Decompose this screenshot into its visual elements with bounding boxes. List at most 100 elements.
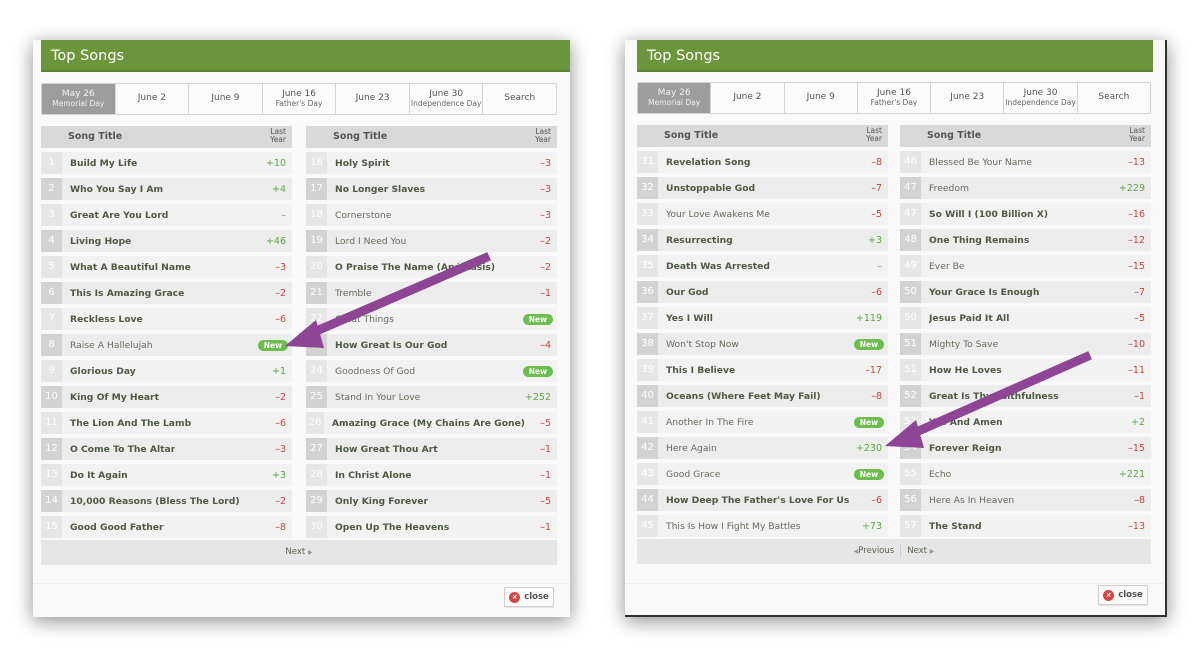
song-title[interactable]: Yes And Amen [929, 417, 1003, 428]
next-link[interactable]: Next ▶ [907, 546, 934, 556]
tab-june-23[interactable]: June 23 [930, 83, 1003, 113]
song-row[interactable]: 42 Here Again +230 [637, 437, 888, 459]
song-row[interactable]: 33 Your Love Awakens Me –5 [637, 203, 888, 225]
song-title[interactable]: Reckless Love [70, 314, 143, 325]
tab-june-30[interactable]: June 30 Independence Day [1003, 83, 1076, 113]
song-row[interactable]: 47 So Will I (100 Billion X) –16 [900, 203, 1151, 225]
song-row[interactable]: 29 Only King Forever –5 [306, 490, 557, 512]
song-row[interactable]: 51 How He Loves –11 [900, 359, 1151, 381]
song-title[interactable]: How Deep The Father's Love For Us [666, 495, 849, 506]
song-row[interactable]: 18 Cornerstone –3 [306, 204, 557, 226]
song-title[interactable]: How Great Thou Art [335, 444, 438, 455]
close-button[interactable]: × close [1098, 585, 1148, 605]
close-button[interactable]: × close [504, 587, 554, 607]
song-title[interactable]: Cornerstone [335, 210, 391, 221]
tab-search[interactable]: Search [482, 84, 556, 114]
song-row[interactable]: 49 Ever Be –15 [900, 255, 1151, 277]
song-title[interactable]: Lord I Need You [335, 236, 406, 247]
song-title[interactable]: O Praise The Name (Anástasis) [335, 262, 495, 273]
song-title[interactable]: Good Good Father [70, 522, 164, 533]
song-title[interactable]: Oceans (Where Feet May Fail) [666, 391, 821, 402]
song-row[interactable]: 25 Stand In Your Love +252 [306, 386, 557, 408]
song-title[interactable]: Here As In Heaven [929, 495, 1014, 506]
song-title[interactable]: Great Are You Lord [70, 210, 168, 221]
song-row[interactable]: 48 One Thing Remains –12 [900, 229, 1151, 251]
song-row[interactable]: 57 The Stand –13 [900, 515, 1151, 537]
song-row[interactable]: 35 Death Was Arrested – [637, 255, 888, 277]
song-row[interactable]: 23 How Great Is Our God –4 [306, 334, 557, 356]
next-link[interactable]: Next ▶ [285, 547, 312, 557]
song-title[interactable]: Do It Again [70, 470, 128, 481]
song-row[interactable]: 8 Raise A Hallelujah New [41, 334, 292, 356]
song-row[interactable]: 20 O Praise The Name (Anástasis) –2 [306, 256, 557, 278]
song-row[interactable]: 14 10,000 Reasons (Bless The Lord) –2 [41, 490, 292, 512]
song-row[interactable]: 11 The Lion And The Lamb –6 [41, 412, 292, 434]
song-row[interactable]: 28 In Christ Alone –1 [306, 464, 557, 486]
song-title[interactable]: Who You Say I Am [70, 184, 163, 195]
song-row[interactable]: 43 Good Grace New [637, 463, 888, 485]
song-row[interactable]: 9 Glorious Day +1 [41, 360, 292, 382]
tab-june-2[interactable]: June 2 [710, 83, 783, 113]
song-title[interactable]: Echo [929, 469, 951, 480]
song-title[interactable]: Great Is Thy Faithfulness [929, 391, 1059, 402]
song-title[interactable]: Death Was Arrested [666, 261, 770, 272]
song-title[interactable]: How He Loves [929, 365, 1002, 376]
song-title[interactable]: Revelation Song [666, 157, 751, 168]
song-row[interactable]: 34 Resurrecting +3 [637, 229, 888, 251]
song-title[interactable]: Ever Be [929, 261, 965, 272]
song-title[interactable]: Stand In Your Love [335, 392, 420, 403]
previous-link[interactable]: ◀Previous [854, 546, 895, 556]
song-title[interactable]: Only King Forever [335, 496, 428, 507]
song-row[interactable]: 7 Reckless Love –6 [41, 308, 292, 330]
song-title[interactable]: King Of My Heart [70, 392, 159, 403]
song-title[interactable]: Open Up The Heavens [335, 522, 449, 533]
song-title[interactable]: Yes I Will [666, 313, 713, 324]
song-title[interactable]: Amazing Grace (My Chains Are Gone) [332, 418, 525, 429]
tab-june-2[interactable]: June 2 [114, 84, 189, 114]
song-title[interactable]: Unstoppable God [666, 183, 755, 194]
song-row[interactable]: 36 Our God –6 [637, 281, 888, 303]
song-row[interactable]: 52 Great Is Thy Faithfulness –1 [900, 385, 1151, 407]
tab-june-9[interactable]: June 9 [188, 84, 262, 114]
song-title[interactable]: Raise A Hallelujah [70, 340, 153, 351]
tab-june-23[interactable]: June 23 [335, 84, 409, 114]
song-title[interactable]: Good Grace [666, 469, 720, 480]
song-title[interactable]: Glorious Day [70, 366, 136, 377]
song-row[interactable]: 50 Jesus Paid It All –5 [900, 307, 1151, 329]
song-row[interactable]: 21 Tremble –1 [306, 282, 557, 304]
song-row[interactable]: 22 Great Things New [306, 308, 557, 330]
song-row[interactable]: 13 Do It Again +3 [41, 464, 292, 486]
song-row[interactable]: 15 Good Good Father –8 [41, 516, 292, 538]
song-title[interactable]: One Thing Remains [929, 235, 1029, 246]
song-title[interactable]: Your Grace Is Enough [929, 287, 1039, 298]
song-row[interactable]: 40 Oceans (Where Feet May Fail) –8 [637, 385, 888, 407]
song-title[interactable]: Our God [666, 287, 709, 298]
tab-may-26[interactable]: May 26 Memorial Day [638, 83, 711, 113]
song-row[interactable]: 45 This Is How I Fight My Battles +73 [637, 515, 888, 537]
song-title[interactable]: Jesus Paid It All [929, 313, 1009, 324]
song-row[interactable]: 5 What A Beautiful Name –3 [41, 256, 292, 278]
song-row[interactable]: 19 Lord I Need You –2 [306, 230, 557, 252]
song-row[interactable]: 24 Goodness Of God New [306, 360, 557, 382]
song-row[interactable]: 55 Echo +221 [900, 463, 1151, 485]
song-title[interactable]: Won't Stop Now [666, 339, 739, 350]
song-row[interactable]: 2 Who You Say I Am +4 [41, 178, 292, 200]
song-row[interactable]: 46 Blessed Be Your Name –13 [900, 151, 1151, 173]
song-row[interactable]: 26 Amazing Grace (My Chains Are Gone) –5 [306, 412, 557, 434]
song-title[interactable]: Blessed Be Your Name [929, 157, 1032, 168]
tab-june-30[interactable]: June 30 Independence Day [408, 84, 483, 114]
song-title[interactable]: Great Things [335, 314, 394, 325]
song-title[interactable]: O Come To The Altar [70, 444, 175, 455]
tab-search[interactable]: Search [1076, 83, 1150, 113]
song-title[interactable]: What A Beautiful Name [70, 262, 191, 273]
song-row[interactable]: 12 O Come To The Altar –3 [41, 438, 292, 460]
song-title[interactable]: This I Believe [666, 365, 735, 376]
song-title[interactable]: Tremble [335, 288, 371, 299]
song-row[interactable]: 1 Build My Life +10 [41, 152, 292, 174]
song-row[interactable]: 6 This Is Amazing Grace –2 [41, 282, 292, 304]
tab-june-9[interactable]: June 9 [783, 83, 857, 113]
song-title[interactable]: Forever Reign [929, 443, 1002, 454]
song-row[interactable]: 54 Forever Reign –15 [900, 437, 1151, 459]
song-row[interactable]: 31 Revelation Song –8 [637, 151, 888, 173]
song-row[interactable]: 4 Living Hope +46 [41, 230, 292, 252]
